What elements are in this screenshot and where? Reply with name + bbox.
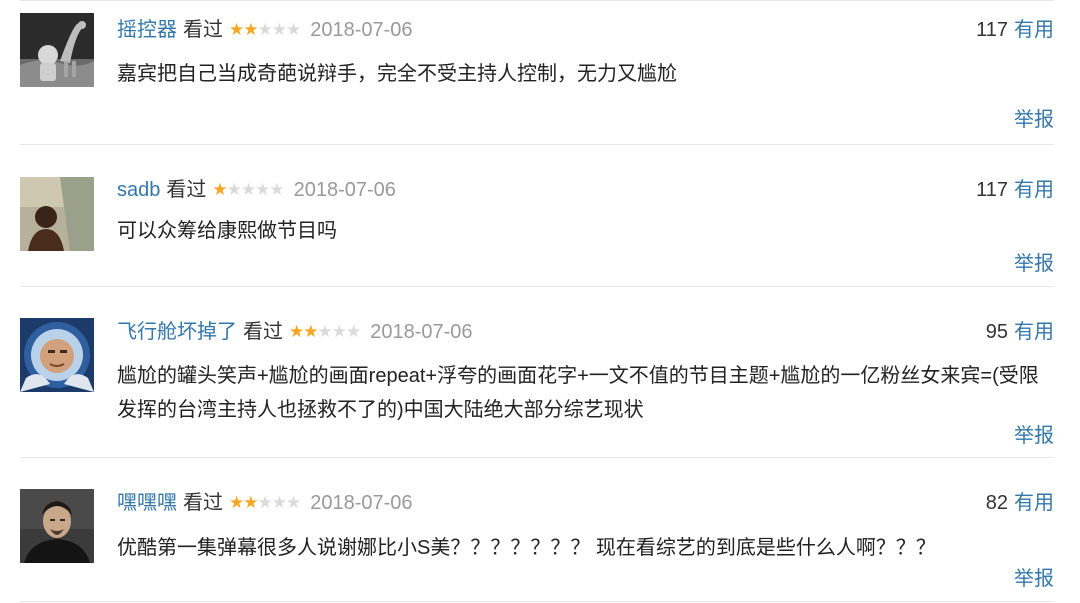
comment-text: 优酷第一集弹幕很多人说谢娜比小S美？？？？？？？ 现在看综艺的到底是些什么人啊？… — [117, 537, 936, 559]
comment-meta: 飞行舱坏掉了 看过 ★★★★★ 2018-07-06 — [117, 317, 473, 347]
comment-text: 尴尬的罐头笑声+尴尬的画面repeat+浮夸的画面花字+一文不值的节目主题+尴尬… — [117, 365, 1039, 421]
username-link[interactable]: sadb — [117, 179, 160, 201]
rating-stars: ★★★★★ — [289, 317, 361, 347]
report-link[interactable]: 举报 — [1014, 105, 1054, 135]
comment-date: 2018-07-06 — [310, 492, 413, 514]
star-filled-icon: ★ — [212, 180, 227, 199]
comment-item: 摇控器 看过 ★★★★★ 2018-07-06 117 有用 嘉宾把自己当成奇葩说辩手，… — [20, 13, 1054, 145]
report-link[interactable]: 举报 — [1014, 564, 1054, 594]
star-empty-icon: ★ — [240, 180, 256, 199]
star-empty-icon: ★ — [317, 322, 333, 341]
man-portrait-avatar[interactable] — [20, 489, 94, 563]
star-empty-icon: ★ — [346, 322, 361, 341]
vote-count: 95 — [985, 321, 1008, 343]
useful-button[interactable]: 有用 — [1014, 179, 1054, 201]
username-link[interactable]: 摇控器 — [117, 19, 177, 41]
star-filled-icon: ★ — [229, 493, 244, 512]
rating-stars: ★★★★★ — [212, 175, 284, 205]
comment-item: 飞行舱坏掉了 看过 ★★★★★ 2018-07-06 95 有用 尴尬的罐头笑声+尴尬的… — [20, 298, 1054, 458]
comment-meta: 嘿嘿嘿 看过 ★★★★★ 2018-07-06 — [117, 488, 413, 518]
vote-count: 117 — [976, 179, 1008, 201]
top-divider — [20, 0, 1054, 1]
username-link[interactable]: 飞行舱坏掉了 — [117, 321, 237, 343]
vote-count: 117 — [976, 19, 1008, 41]
comment-date: 2018-07-06 — [310, 19, 413, 41]
star-empty-icon: ★ — [255, 180, 270, 199]
astronaut-dinosaur-avatar[interactable] — [20, 13, 94, 87]
comment-meta: sadb 看过 ★★★★★ 2018-07-06 — [117, 175, 396, 205]
vote-area: 95 有用 — [986, 317, 1054, 347]
comment-text: 可以众筹给康熙做节目吗 — [117, 220, 337, 242]
rating-stars: ★★★★★ — [229, 488, 301, 518]
useful-button[interactable]: 有用 — [1014, 492, 1054, 514]
watch-status: 看过 — [166, 179, 207, 201]
star-filled-icon: ★ — [289, 322, 304, 341]
watch-status: 看过 — [183, 492, 223, 514]
star-empty-icon: ★ — [269, 180, 284, 199]
star-filled-icon: ★ — [243, 493, 258, 512]
star-empty-icon: ★ — [271, 20, 287, 39]
star-filled-icon: ★ — [243, 20, 258, 39]
rating-stars: ★★★★★ — [229, 15, 301, 45]
vote-area: 117 有用 — [976, 15, 1054, 45]
comment-item: sadb 看过 ★★★★★ 2018-07-06 117 有用 可以众筹给康熙做节目吗 … — [20, 156, 1054, 287]
comment-item: 嘿嘿嘿 看过 ★★★★★ 2018-07-06 82 有用 优酷第一集弹幕很多人说谢娜比… — [20, 469, 1054, 602]
useful-button[interactable]: 有用 — [1014, 19, 1054, 41]
star-empty-icon: ★ — [271, 493, 287, 512]
comment-date: 2018-07-06 — [370, 321, 473, 343]
comment-meta: 摇控器 看过 ★★★★★ 2018-07-06 — [117, 15, 413, 45]
comment-date: 2018-07-06 — [293, 179, 396, 201]
star-empty-icon: ★ — [226, 180, 242, 199]
star-empty-icon: ★ — [331, 322, 347, 341]
vote-area: 117 有用 — [976, 175, 1054, 205]
star-empty-icon: ★ — [286, 20, 301, 39]
vote-area: 82 有用 — [986, 488, 1054, 518]
star-filled-icon: ★ — [229, 20, 244, 39]
watch-status: 看过 — [243, 321, 283, 343]
star-empty-icon: ★ — [257, 493, 273, 512]
report-link[interactable]: 举报 — [1014, 421, 1054, 451]
username-link[interactable]: 嘿嘿嘿 — [117, 492, 177, 514]
star-filled-icon: ★ — [303, 322, 318, 341]
report-link[interactable]: 举报 — [1014, 249, 1054, 279]
star-empty-icon: ★ — [286, 493, 301, 512]
star-empty-icon: ★ — [257, 20, 273, 39]
useful-button[interactable]: 有用 — [1014, 321, 1054, 343]
comment-text: 嘉宾把自己当成奇葩说辩手，完全不受主持人控制，无力又尴尬 — [117, 63, 677, 85]
astronaut-helmet-avatar[interactable] — [20, 318, 94, 392]
person-silhouette-avatar[interactable] — [20, 177, 94, 251]
vote-count: 82 — [985, 492, 1008, 514]
watch-status: 看过 — [183, 19, 223, 41]
